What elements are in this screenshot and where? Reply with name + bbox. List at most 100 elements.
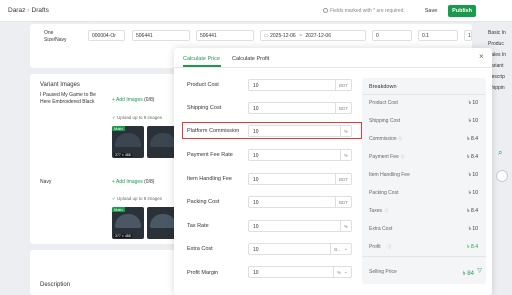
upload-note-text: Upload up to 8 images <box>117 196 163 201</box>
variant-images-title: Variant Images <box>40 82 80 88</box>
chevron-right-icon: › <box>27 7 30 14</box>
breakdown-label: Product Cost <box>369 100 398 106</box>
item-handling-fee-unit: BDT <box>335 174 351 184</box>
breakdown-label: Shipping Cost <box>369 118 401 124</box>
label-payment-fee-rate: Payment Fee Rate <box>187 152 233 158</box>
main-badge: Main <box>112 126 125 131</box>
date-separator: ~ <box>299 33 303 39</box>
label-shipping-cost: Shipping Cost <box>187 105 222 111</box>
breakdown-value: ৳ 10 <box>468 172 478 178</box>
quantity-input[interactable]: 0 <box>372 30 412 41</box>
description-title: Description <box>40 282 71 288</box>
selling-divider <box>362 256 486 257</box>
variant2-image-1[interactable]: Main 377 × 488 <box>112 207 144 239</box>
breakdown-label: Packing Cost <box>369 190 399 196</box>
extra-cost-value: 10 <box>253 247 259 253</box>
payment-fee-rate-value: 10 <box>253 153 259 159</box>
tab-calculate-price[interactable]: Calculate Price <box>183 56 220 62</box>
search-icon[interactable]: ⌕ <box>498 148 502 158</box>
breakdown-label: Commission <box>369 136 397 142</box>
add-images-button-1[interactable]: + Add Images (0/8) <box>112 97 154 103</box>
price-input[interactable]: 506441 <box>132 30 190 41</box>
tab-calculate-profit[interactable]: Calculate Profit <box>232 56 269 62</box>
breakdown-value: ৳ 8.4 <box>467 136 478 142</box>
tabs-divider <box>174 67 492 68</box>
product-cost-input[interactable]: 10 BDT <box>248 79 352 91</box>
extra-cost-input[interactable]: 10 B... ⌄ <box>248 243 352 255</box>
breakdown-label: Item Handling Fee <box>369 172 410 178</box>
selling-price-label: Selling Price <box>369 269 397 275</box>
tax-rate-unit: % <box>339 221 351 231</box>
save-button[interactable]: Save <box>421 6 441 16</box>
dimension-input[interactable]: 1 <box>464 30 472 41</box>
close-icon[interactable]: × <box>479 52 484 61</box>
size-badge: 377 × 488 <box>114 234 132 238</box>
calendar-icon: ▭ <box>264 33 269 39</box>
label-platform-commission: Platform Commission <box>187 128 240 134</box>
label-product-cost: Product Cost <box>187 82 219 88</box>
tax-rate-input[interactable]: 10% <box>248 220 352 232</box>
shipping-cost-input[interactable]: 10 BDT <box>248 102 352 114</box>
packing-cost-unit: BDT <box>335 197 351 207</box>
breakdown-label: Profit <box>369 244 381 250</box>
packing-cost-value: 10 <box>253 200 259 206</box>
publish-button[interactable]: Publish <box>448 5 476 17</box>
add-images-button-2[interactable]: + Add Images (0/8) <box>112 179 154 185</box>
profit-margin-unit-select[interactable]: % <box>332 267 351 277</box>
packing-cost-input[interactable]: 10 BDT <box>248 196 352 208</box>
breakdown-label: Taxes <box>369 208 383 214</box>
main-badge: Main <box>112 207 125 212</box>
info-icon[interactable]: ⓘ <box>385 208 389 214</box>
info-icon[interactable]: ⓘ <box>387 244 391 250</box>
info-icon[interactable]: ⓘ <box>398 136 402 142</box>
trend-icon: ▽ <box>477 268 482 274</box>
chevron-down-icon: ⌄ <box>343 269 348 275</box>
selling-price-value: ৳ 84 <box>462 271 474 277</box>
required-note: Fields marked with * are required. <box>323 8 405 14</box>
breakdown-panel: Breakdown Product Cost ৳ 10 Shipping Cost ৳… <box>362 78 486 284</box>
help-icon[interactable] <box>496 170 508 182</box>
chevron-down-icon: ⌄ <box>343 246 348 252</box>
add-images-label: Add Images <box>116 97 143 103</box>
special-price-input[interactable]: 506441 <box>196 30 254 41</box>
variant2-name: Navy <box>40 179 52 185</box>
payment-fee-rate-input[interactable]: 10% <box>248 149 352 161</box>
platform-commission-value: 10 <box>253 129 259 135</box>
variant-label-line1: One <box>44 30 54 36</box>
item-handling-fee-input[interactable]: 10 BDT <box>248 173 352 185</box>
payment-fee-rate-unit: % <box>339 150 351 160</box>
promotion-date-range[interactable]: ▭ 2025-12-06 ~ 2027-12-06 <box>260 30 366 41</box>
variant1-name: I Paused My Game to Be Here Embroidered … <box>40 92 96 105</box>
date-start: 2025-12-06 <box>270 33 296 39</box>
nav-item-product[interactable]: Produc <box>488 41 512 47</box>
upload-note-2: ✓ Upload up to 8 images <box>112 196 162 202</box>
tax-rate-value: 10 <box>253 224 259 230</box>
upload-note-1: ✓ Upload up to 8 images <box>112 115 162 121</box>
info-icon[interactable]: ⓘ <box>401 154 405 160</box>
breakdown-value: ৳ 8.4 <box>467 154 478 160</box>
breakdown-label: Extra Cost <box>369 226 393 232</box>
date-end: 2027-12-06 <box>305 33 331 39</box>
product-cost-unit: BDT <box>335 80 351 90</box>
breakdown-value: ৳ 10 <box>468 226 478 232</box>
breakdown-label: Payment Fee <box>369 154 399 160</box>
profit-margin-input[interactable]: 10% ⌄ <box>248 266 352 278</box>
weight-input[interactable]: 0.1 <box>418 30 458 41</box>
breadcrumb-drafts: Drafts <box>31 7 49 14</box>
label-tax-rate: Tax Rate <box>187 223 209 229</box>
add-images-label: Add Images <box>116 179 143 185</box>
seller-sku-input[interactable]: 000004-Or <box>88 30 125 41</box>
nav-item-basic[interactable]: Basic In <box>488 30 512 36</box>
breakdown-value: ৳ 8.4 <box>467 208 478 214</box>
label-packing-cost: Packing Cost <box>187 199 220 205</box>
variant1-image-1[interactable]: Main 377 × 488 <box>112 126 144 158</box>
breadcrumb-daraz[interactable]: Daraz <box>8 7 25 14</box>
breakdown-value: ৳ 10 <box>468 100 478 106</box>
info-icon <box>323 8 328 13</box>
shipping-cost-unit: BDT <box>335 103 351 113</box>
label-item-handling-fee: Item Handling Fee <box>187 176 232 182</box>
breakdown-value: ৳ 10 <box>468 190 478 196</box>
breakdown-title: Breakdown <box>369 84 397 90</box>
platform-commission-unit: % <box>339 126 351 136</box>
platform-commission-input[interactable]: 10% <box>248 125 352 137</box>
